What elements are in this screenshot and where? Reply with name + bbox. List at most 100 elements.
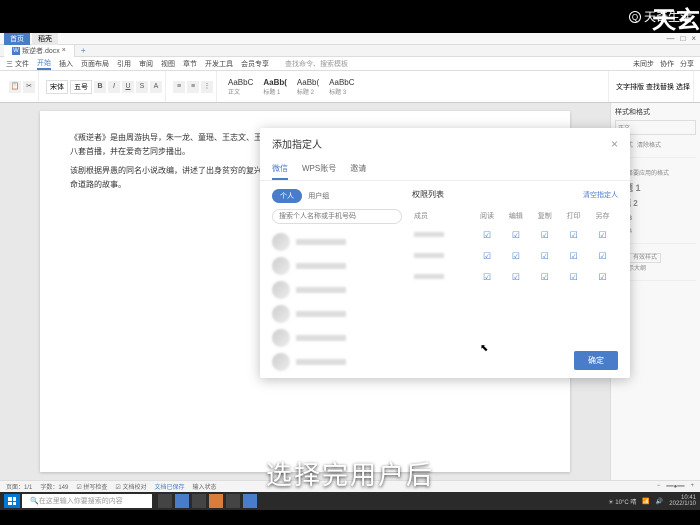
modal-title-text: 添加指定人 [272, 136, 322, 151]
sync-status[interactable]: 未同步 [633, 59, 654, 69]
perm-check[interactable]: ☑ [531, 226, 558, 245]
paste-icon[interactable]: 📋 [9, 81, 21, 93]
perm-check[interactable]: ☑ [560, 247, 587, 266]
tray-date[interactable]: 2022/1/10 [669, 501, 696, 507]
share-button[interactable]: 分享 [680, 59, 694, 69]
task-icon-wps[interactable] [209, 494, 223, 508]
task-icon[interactable] [243, 494, 257, 508]
user-item[interactable] [272, 230, 402, 254]
perm-check[interactable]: ☑ [474, 268, 501, 287]
weather-widget[interactable]: ☀ 10°C 晴 [608, 497, 636, 506]
cut-icon[interactable]: ✂ [23, 81, 35, 93]
panel-title-styles: 样式和格式 [615, 107, 696, 117]
menu-insert[interactable]: 插入 [59, 59, 73, 69]
confirm-button[interactable]: 确定 [574, 351, 618, 370]
window-close-icon[interactable]: × [691, 34, 696, 43]
command-search[interactable]: 查找命令、搜索模板 [285, 59, 348, 69]
mouse-cursor: ⬉ [480, 343, 488, 354]
avatar [272, 305, 290, 323]
doc-filename: 叛逆者.docx [22, 46, 60, 56]
perm-check[interactable]: ☑ [531, 247, 558, 266]
collab-button[interactable]: 协作 [660, 59, 674, 69]
clear-format-button[interactable]: 清除格式 [637, 138, 661, 151]
tray-network-icon[interactable]: 📶 [642, 498, 649, 505]
font-size-select[interactable]: 五号 [70, 80, 92, 94]
menu-layout[interactable]: 页面布局 [81, 59, 109, 69]
perm-check[interactable]: ☑ [474, 247, 501, 266]
titlebar-tab-docer[interactable]: 稻壳 [32, 33, 58, 45]
style-h1[interactable]: AaBb(标题 1 [259, 76, 291, 98]
chip-usergroup[interactable]: 用户组 [308, 193, 329, 200]
col-member: 成员 [414, 208, 472, 224]
menu-chapter[interactable]: 章节 [183, 59, 197, 69]
menu-view[interactable]: 视图 [161, 59, 175, 69]
find-replace-button[interactable]: 查找替换 [646, 82, 674, 92]
select-button[interactable]: 选择 [676, 82, 690, 92]
col-copy: 复制 [531, 208, 558, 224]
strike-icon[interactable]: S [136, 81, 148, 93]
perm-check[interactable]: ☑ [502, 247, 529, 266]
clear-assignees-button[interactable]: 清空指定人 [583, 190, 618, 200]
new-tab-icon[interactable]: + [75, 46, 92, 55]
perm-check[interactable]: ☑ [589, 247, 616, 266]
user-item[interactable] [272, 326, 402, 350]
menu-devtools[interactable]: 开发工具 [205, 59, 233, 69]
user-item[interactable] [272, 302, 402, 326]
bold-icon[interactable]: B [94, 81, 106, 93]
tray-volume-icon[interactable]: 🔊 [656, 498, 663, 505]
align-center-icon[interactable]: ≡ [187, 81, 199, 93]
perm-check[interactable]: ☑ [560, 226, 587, 245]
perm-check[interactable]: ☑ [560, 268, 587, 287]
menu-home[interactable]: 开始 [37, 58, 51, 70]
window-min-icon[interactable]: — [666, 34, 674, 43]
menu-member[interactable]: 会员专享 [241, 59, 269, 69]
user-search-input[interactable] [272, 209, 402, 224]
perm-check[interactable]: ☑ [531, 268, 558, 287]
start-button[interactable] [4, 494, 20, 508]
text-layout-button[interactable]: 文字排版 [616, 82, 644, 92]
fontcolor-icon[interactable]: A [150, 81, 162, 93]
perm-check[interactable]: ☑ [502, 268, 529, 287]
modal-user-panel: 个人 用户组 [272, 189, 402, 353]
modal-permission-panel: 权限列表 清空指定人 成员 阅读 编辑 复制 打印 另存 ☑☑☑☑☑ ☑☑☑☑☑… [412, 189, 618, 353]
style-h2[interactable]: AaBb(标题 2 [293, 76, 323, 98]
italic-icon[interactable]: I [108, 81, 120, 93]
chip-personal[interactable]: 个人 [272, 189, 302, 203]
style-h3[interactable]: AaBbC标题 3 [325, 76, 358, 98]
perm-check[interactable]: ☑ [589, 226, 616, 245]
doc-tab-active[interactable]: W 叛逆者.docx × [4, 45, 75, 57]
task-icon-explorer[interactable] [192, 494, 206, 508]
ribbon-toolbar: 📋 ✂ 宋体 五号 B I U S A ≡ ≡ ⋮ AaBbC正文 AaBb(标… [0, 71, 700, 103]
modal-close-icon[interactable]: × [611, 137, 618, 151]
menu-file[interactable]: 三 文件 [6, 59, 29, 69]
modal-tab-wechat[interactable]: 微信 [272, 159, 288, 180]
list-icon[interactable]: ⋮ [201, 81, 213, 93]
perm-row: ☑☑☑☑☑ [414, 268, 616, 287]
window-max-icon[interactable]: □ [680, 34, 685, 43]
underline-icon[interactable]: U [122, 81, 134, 93]
perm-check[interactable]: ☑ [502, 226, 529, 245]
watermark-corner: 天玄 [652, 0, 700, 35]
taskbar-search[interactable]: 🔍 在这里输入你要搜索的内容 [22, 494, 152, 508]
style-normal[interactable]: AaBbC正文 [224, 76, 257, 98]
show-select[interactable]: 有效样式 [629, 253, 661, 263]
modal-tab-wps[interactable]: WPS账号 [302, 159, 336, 180]
task-icon[interactable] [158, 494, 172, 508]
modal-tab-invite[interactable]: 邀请 [350, 159, 366, 180]
menu-reference[interactable]: 引用 [117, 59, 131, 69]
perm-check[interactable]: ☑ [474, 226, 501, 245]
user-item[interactable] [272, 350, 402, 374]
window-titlebar: 首页 稻壳 — □ × [0, 33, 700, 45]
task-icon[interactable] [226, 494, 240, 508]
task-icon-edge[interactable] [175, 494, 189, 508]
avatar [272, 233, 290, 251]
user-item[interactable] [272, 254, 402, 278]
font-family-select[interactable]: 宋体 [46, 80, 68, 94]
doc-close-icon[interactable]: × [62, 47, 66, 54]
align-left-icon[interactable]: ≡ [173, 81, 185, 93]
menu-review[interactable]: 审阅 [139, 59, 153, 69]
user-item[interactable] [272, 278, 402, 302]
titlebar-tab-home[interactable]: 首页 [4, 33, 30, 45]
perm-row: ☑☑☑☑☑ [414, 247, 616, 266]
perm-check[interactable]: ☑ [589, 268, 616, 287]
